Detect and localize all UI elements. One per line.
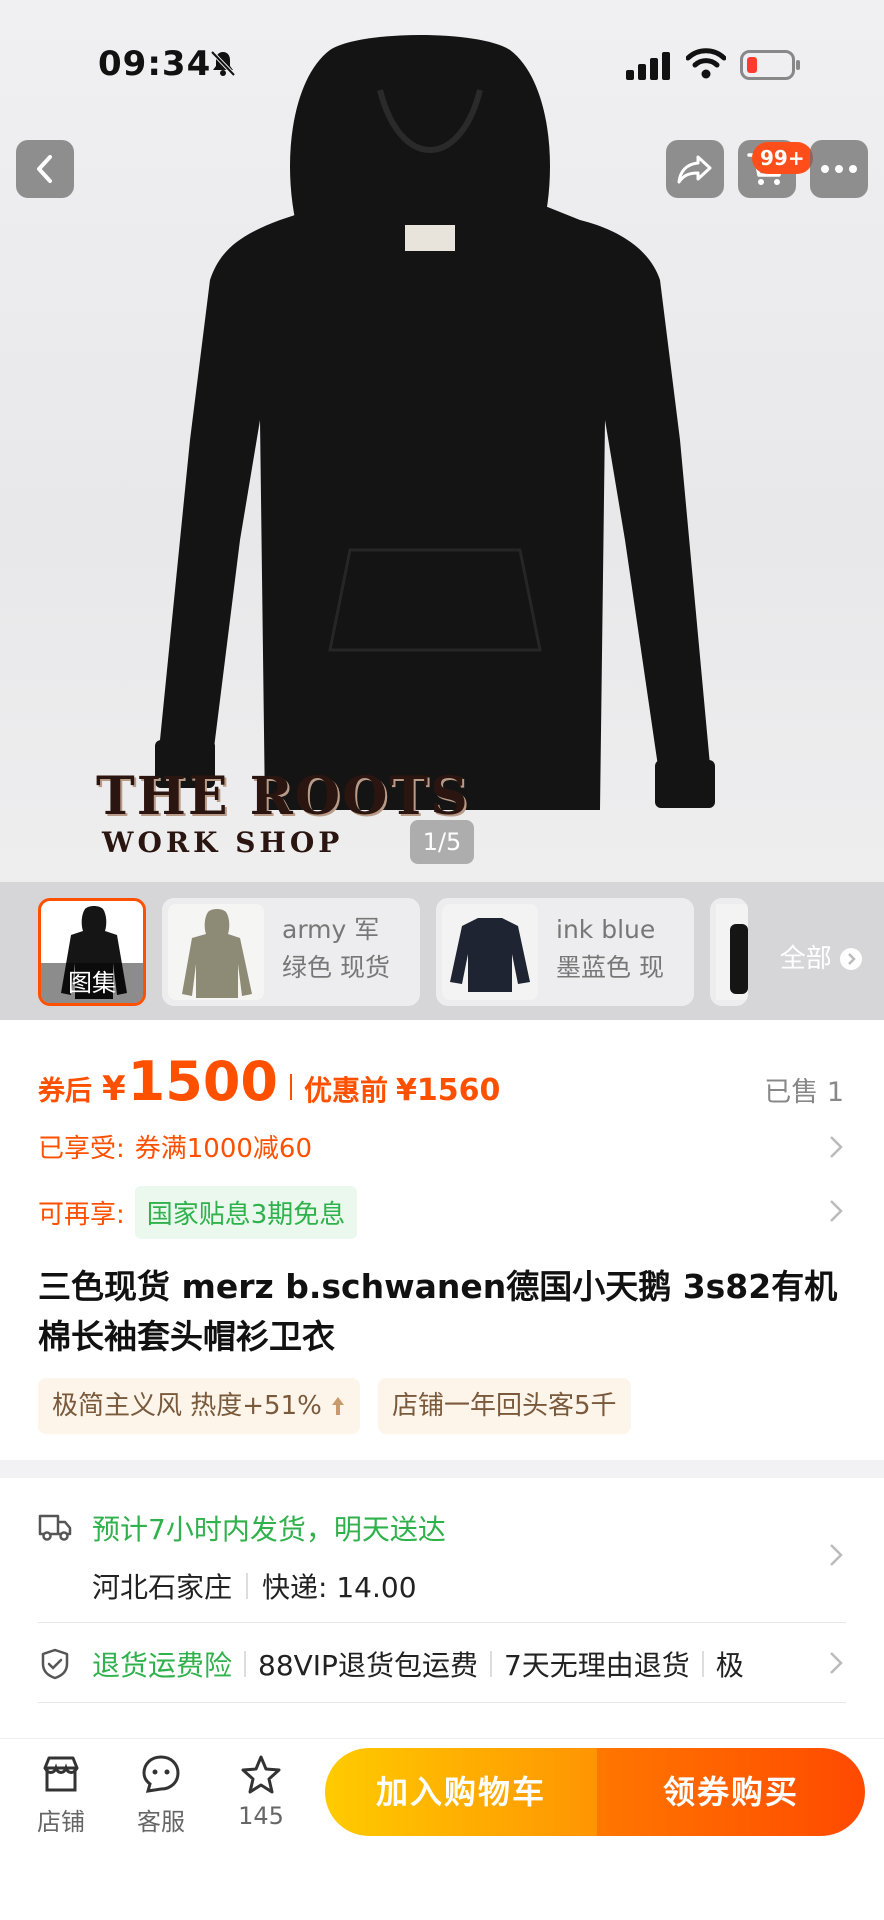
chevron-circle-icon: [840, 948, 862, 970]
guarantee-row[interactable]: 退货运费险 88VIP退货包运费 7天无理由退货 极: [92, 1644, 822, 1684]
cellular-signal-icon: [626, 52, 670, 80]
tag-style[interactable]: 极简主义风 热度+51%: [38, 1378, 361, 1434]
product-title: 三色现货 merz b.schwanen德国小天鹅 3s82有机棉长袖套头帽衫卫…: [38, 1267, 838, 1356]
tag-style-text: 极简主义风 热度+51%: [52, 1391, 322, 1421]
currency-symbol: ¥: [102, 1069, 126, 1109]
promo-extra-prefix: 可再享:: [38, 1200, 125, 1230]
favorite-count: 145: [238, 1802, 284, 1830]
chevron-right-icon[interactable]: [826, 1132, 846, 1162]
vip-return: 88VIP退货包运费: [258, 1649, 478, 1682]
status-time: 09:34: [98, 44, 212, 84]
battery-low-icon: [740, 50, 800, 80]
army-hoodie-image: [182, 909, 252, 998]
promo-applied-text: 券满1000减60: [134, 1134, 313, 1164]
coupon-buy-button[interactable]: 领券购买: [597, 1748, 865, 1836]
more-button[interactable]: [810, 140, 868, 198]
price-row: 券后 ¥ 1500 优惠前 ¥1560: [38, 1050, 500, 1113]
sku-option-army[interactable]: army 军 绿色 现货: [162, 898, 420, 1006]
chevron-right-icon[interactable]: [826, 1540, 846, 1570]
shield-check-icon: [41, 1648, 69, 1680]
divider: [701, 1651, 704, 1677]
divider: [38, 1622, 846, 1623]
view-all-label: 全部: [779, 944, 832, 974]
arrow-up-icon: [332, 1397, 345, 1415]
chat-face-icon: [142, 1755, 180, 1793]
tag-returning-customers[interactable]: 店铺一年回头客5千: [378, 1378, 631, 1434]
army-hoodie-thumbnail: [168, 904, 264, 1000]
chevron-right-icon[interactable]: [826, 1196, 846, 1226]
image-pager: 1/5: [410, 820, 474, 864]
brand-logo-line2: WORK SHOP: [102, 826, 344, 859]
promo-applied-row[interactable]: 已享受: 券满1000减60: [38, 1128, 312, 1165]
more-dots-icon: [821, 165, 857, 173]
chevron-left-icon: [37, 155, 52, 183]
wifi-icon: [686, 48, 726, 79]
price-divider: [289, 1074, 292, 1100]
star-icon: [241, 1755, 281, 1794]
product-image-carousel[interactable]: 09:34 99+ THE ROOTS WORK SHOP 1/5: [0, 0, 884, 882]
back-button[interactable]: [16, 140, 74, 198]
before-price: ¥1560: [395, 1073, 501, 1108]
delivery-truck-icon: [38, 1514, 72, 1541]
promo-extra-text: 国家贴息3期免息: [134, 1186, 358, 1239]
add-to-cart-button[interactable]: 加入购物车: [325, 1748, 597, 1836]
favorite-tab[interactable]: 145: [216, 1754, 306, 1830]
ink-blue-sweater-image: [450, 918, 530, 992]
cart-count-badge: 99+: [752, 142, 813, 174]
sku-thumbnail-strip: 图集 army 军 绿色 现货 ink blue 墨蓝色 现 全部: [0, 882, 884, 1020]
shipping-origin: 河北石家庄: [92, 1571, 233, 1604]
divider: [38, 1702, 846, 1703]
chevron-right-icon[interactable]: [826, 1648, 846, 1678]
view-all-skus[interactable]: 全部: [780, 938, 862, 975]
service-tab-label: 客服: [137, 1808, 185, 1836]
share-icon: [677, 155, 712, 184]
shipping-fee: 快递: 14.00: [262, 1571, 417, 1604]
gallery-thumbnail[interactable]: 图集: [38, 898, 146, 1006]
after-coupon-price: 1500: [127, 1050, 278, 1113]
ink-blue-sweater-thumbnail: [442, 904, 538, 1000]
before-label: 优惠前: [303, 1074, 388, 1107]
shipping-estimate: 预计7小时内发货，明天送达: [92, 1513, 446, 1546]
bell-muted-icon: [210, 50, 236, 77]
customer-service-tab[interactable]: 客服: [116, 1754, 206, 1837]
shop-tab-label: 店铺: [37, 1808, 85, 1836]
promo-applied-prefix: 已享受:: [38, 1134, 125, 1164]
sku-army-line2: 绿色 现货: [282, 953, 390, 982]
sku-option-ink-blue[interactable]: ink blue 墨蓝色 现: [436, 898, 694, 1006]
sku-army-line1: army 军: [282, 915, 380, 944]
store-icon: [43, 1756, 79, 1792]
share-button[interactable]: [666, 140, 724, 198]
brand-logo-line1: THE ROOTS: [96, 766, 470, 827]
sold-count: 已售 1: [764, 1077, 844, 1108]
partial-hoodie-shape: [730, 924, 748, 994]
shipping-details[interactable]: 河北石家庄 快递: 14.00: [92, 1566, 417, 1606]
promo-extra-row[interactable]: 可再享: 国家贴息3期免息: [38, 1186, 358, 1239]
sku-ink-blue-line1: ink blue: [556, 915, 656, 944]
divider: [489, 1651, 492, 1677]
divider: [246, 1573, 249, 1599]
divider: [244, 1651, 247, 1677]
gallery-label: 图集: [41, 963, 143, 1003]
after-coupon-label: 券后: [38, 1076, 92, 1107]
guarantee-more: 极: [715, 1649, 744, 1682]
sku-option-partial[interactable]: [710, 898, 748, 1006]
return-insurance: 退货运费险: [92, 1649, 233, 1682]
shop-tab[interactable]: 店铺: [16, 1754, 106, 1837]
seven-day-return: 7天无理由退货: [503, 1649, 690, 1682]
partial-thumbnail-image: [716, 904, 748, 1000]
sku-ink-blue-line2: 墨蓝色 现: [556, 953, 664, 982]
